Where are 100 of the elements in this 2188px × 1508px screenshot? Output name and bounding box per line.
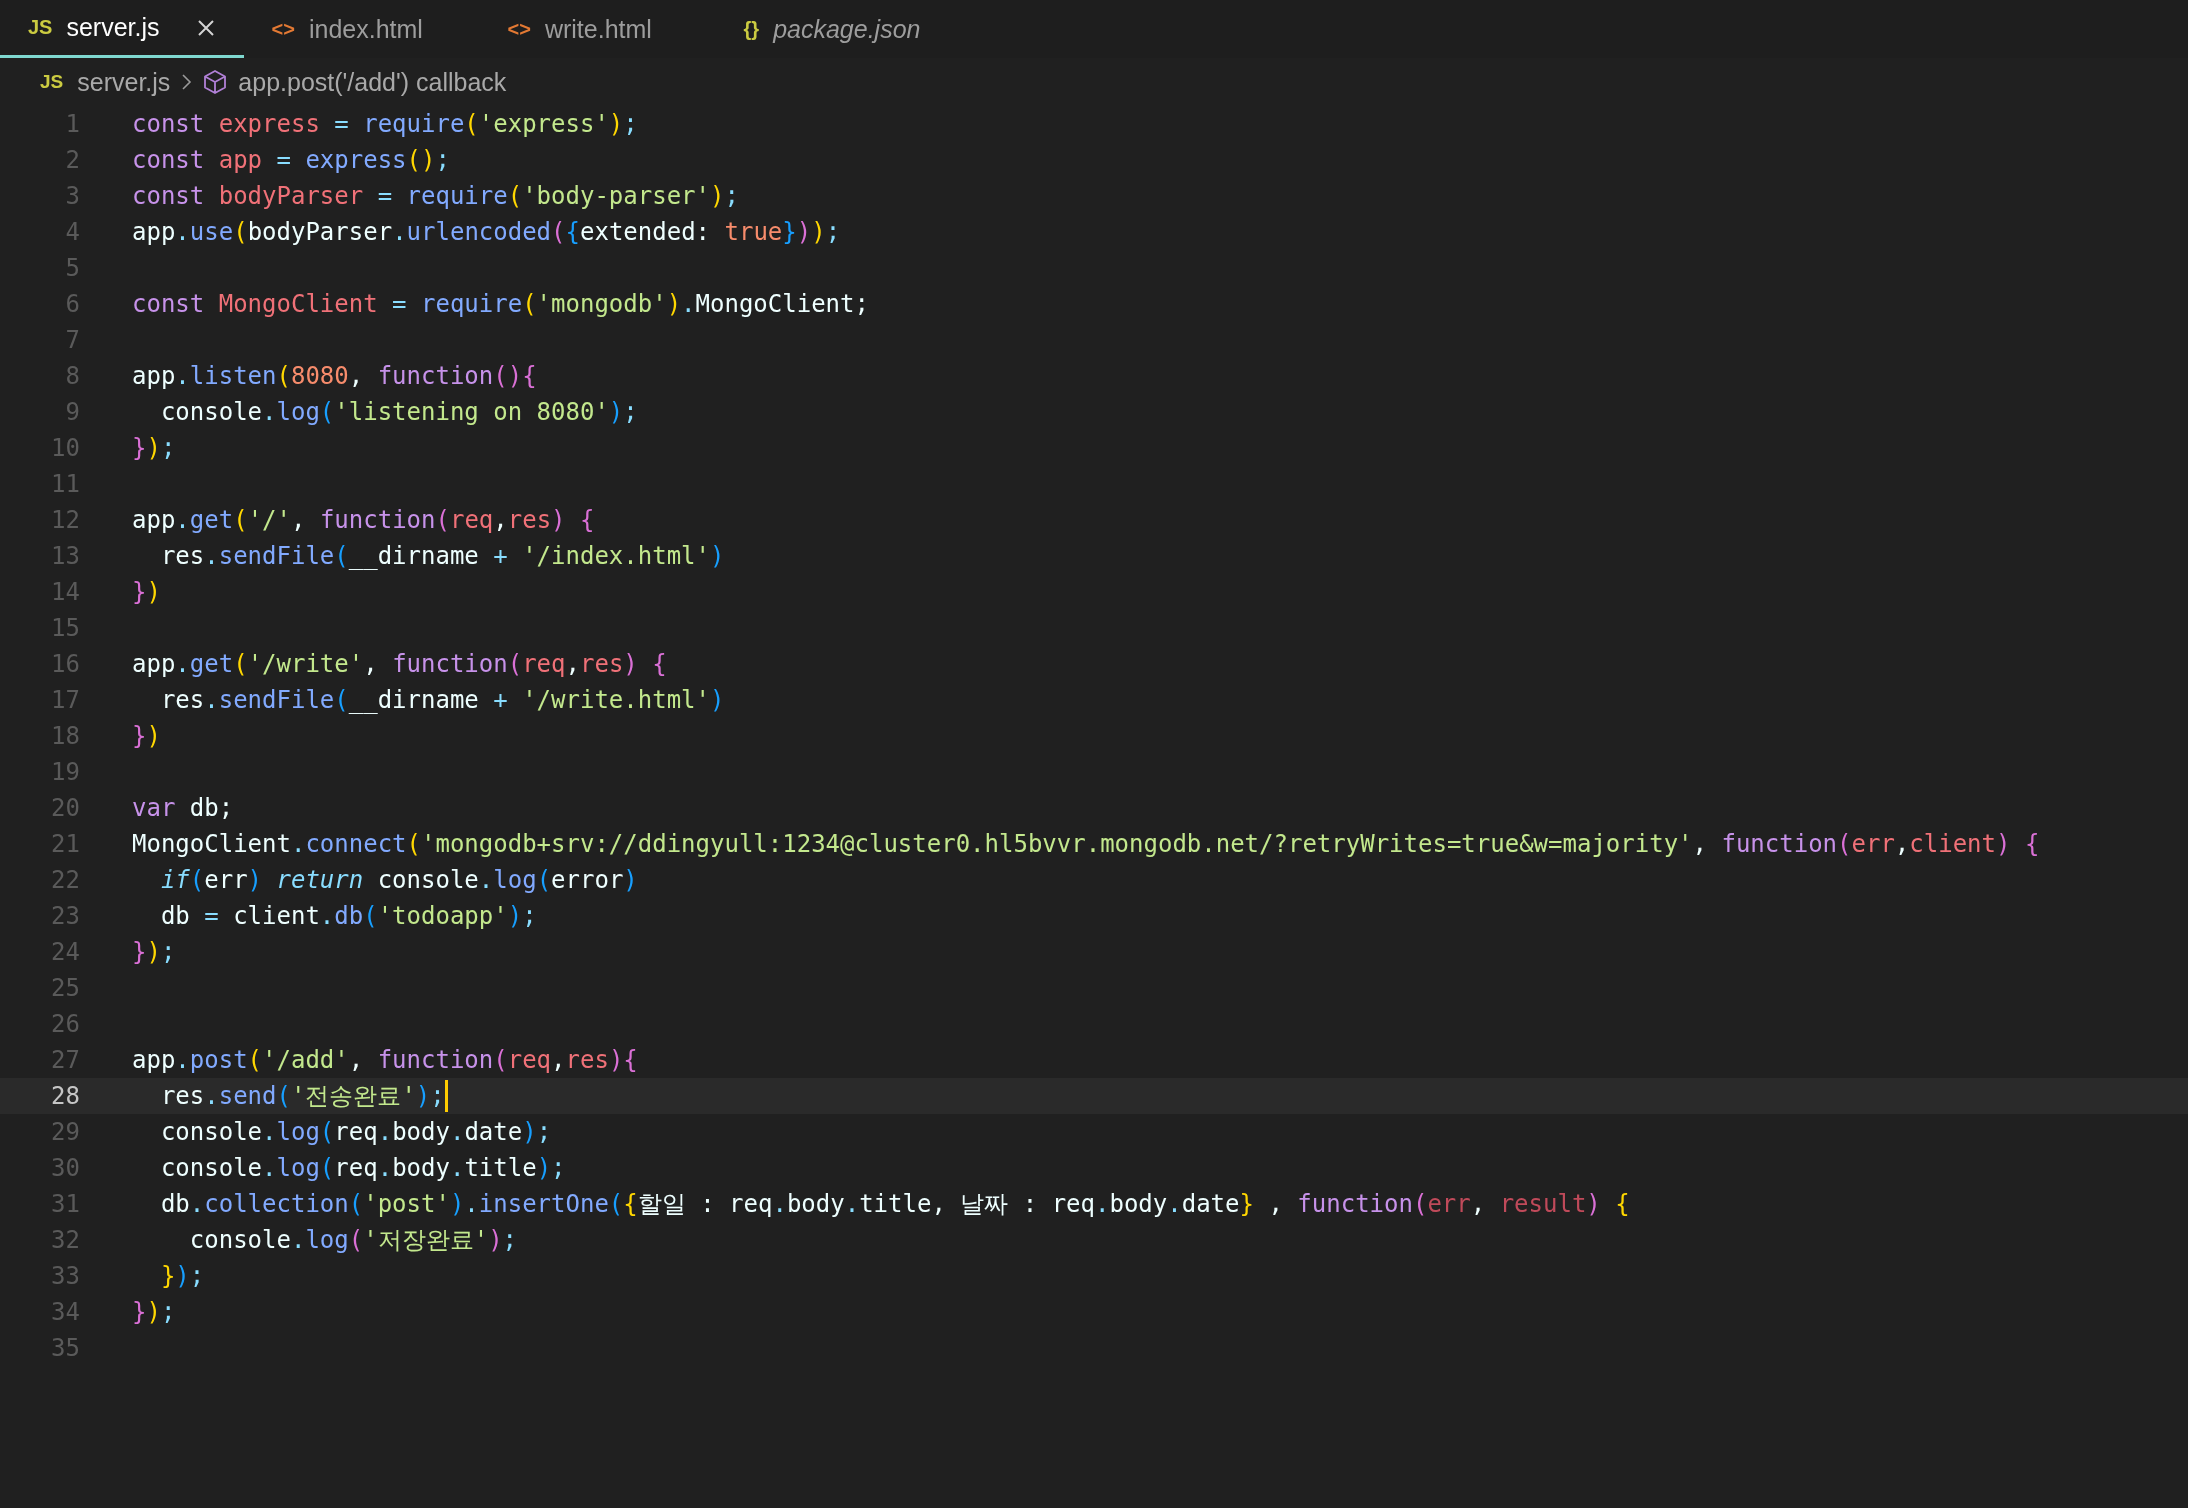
breadcrumb-symbol[interactable]: app.post('/add') callback	[238, 67, 507, 97]
editor-tab[interactable]: {} package.json	[715, 0, 952, 58]
code-token: ;	[435, 145, 450, 176]
code-token: =	[376, 181, 394, 212]
code-token: +	[492, 541, 509, 572]
code-token: )	[623, 865, 638, 896]
line-number: 12	[50, 505, 80, 536]
code-token: console	[159, 1117, 263, 1148]
code-token: log	[276, 1117, 320, 1148]
code-token: }	[132, 433, 147, 464]
code-token: 'express'	[478, 109, 609, 140]
code-token: {	[1614, 1189, 1630, 1220]
code-token: .	[290, 1225, 306, 1256]
code-token: 할일 : req	[637, 1189, 773, 1220]
code-token: err	[1851, 829, 1895, 860]
line-number: 3	[64, 181, 80, 212]
code-token: log	[305, 1225, 349, 1256]
code-token: if	[159, 865, 190, 896]
chevron-right-icon	[180, 73, 193, 91]
code-token: function	[1297, 1189, 1413, 1220]
code-token: function	[377, 1045, 494, 1076]
editor-tab[interactable]: <> write.html	[479, 0, 716, 58]
code-token: console	[159, 1153, 263, 1184]
text-cursor	[444, 1080, 448, 1112]
code-token: (	[435, 505, 450, 536]
code-token: console	[159, 397, 263, 428]
code-token: )	[507, 901, 523, 932]
code-token: ,	[1267, 1189, 1284, 1220]
code-token: app	[217, 145, 263, 176]
code-token: const	[132, 145, 205, 176]
code-token: body	[392, 1117, 450, 1148]
code-token: )	[488, 1225, 503, 1256]
code-token: .	[175, 649, 190, 680]
editor-tab[interactable]: JS server.js	[0, 0, 244, 58]
code-token: require	[363, 109, 465, 140]
line-number: 20	[50, 793, 80, 824]
code-token: ;	[551, 1153, 566, 1184]
code-token: err	[204, 865, 248, 896]
line-number: 14	[50, 577, 80, 608]
line-number: 8	[64, 361, 80, 392]
code-token: body	[1109, 1189, 1168, 1220]
code-token: (	[464, 109, 479, 140]
code-token: {	[623, 1045, 638, 1076]
line-number: 29	[50, 1117, 80, 1148]
code-token: =	[275, 145, 292, 176]
line-number: 6	[64, 289, 80, 320]
code-token: var	[132, 793, 176, 824]
close-icon[interactable]	[195, 17, 216, 38]
code-token: =	[333, 109, 350, 140]
code-token: .	[464, 1189, 479, 1220]
editor-tab[interactable]: <> index.html	[243, 0, 480, 58]
code-token: (	[551, 217, 566, 248]
code-token: .	[262, 1117, 277, 1148]
code-token: 'mongodb+srv://ddingyull:1234@cluster0.hl5bvvr.mongodb.net/?retryWrites=true&w=majority'	[421, 829, 1693, 860]
code-token: date	[1181, 1189, 1240, 1220]
code-token: =	[203, 901, 220, 932]
code-token: ;	[623, 397, 638, 428]
code-token: (	[1837, 829, 1852, 860]
line-number: 25	[50, 973, 80, 1004]
line-number: 9	[64, 397, 80, 428]
code-token: {	[623, 1189, 638, 1220]
code-token: '/index.html'	[522, 541, 710, 572]
code-token: express	[305, 145, 407, 176]
code-token: log	[276, 1153, 320, 1184]
code-token: bodyParser	[247, 217, 393, 248]
code-token: ,	[1894, 829, 1910, 860]
code-token: (	[319, 1153, 335, 1184]
code-token: )	[536, 1153, 552, 1184]
code-token: (	[522, 289, 537, 320]
code-token: error	[551, 865, 624, 896]
code-token: app	[132, 649, 176, 680]
code-token: ;	[160, 937, 176, 968]
code-token: ;	[536, 1117, 552, 1148]
line-number: 17	[50, 685, 80, 716]
code-token: {	[651, 649, 667, 680]
code-token: .	[319, 901, 335, 932]
breadcrumb-file[interactable]: server.js	[77, 67, 171, 97]
line-number: 18	[50, 721, 80, 752]
code-token: .	[377, 1117, 393, 1148]
code-token: date	[464, 1117, 523, 1148]
code-token: extended:	[580, 217, 712, 248]
code-token: ,	[565, 649, 580, 680]
code-token: ;	[522, 901, 537, 932]
code-token: ;	[724, 181, 739, 212]
code-token: .	[204, 541, 219, 572]
code-token: post	[189, 1045, 248, 1076]
code-token: (	[1412, 1189, 1428, 1220]
code-token: )	[247, 865, 263, 896]
code-token: res	[159, 541, 205, 572]
code-token: use	[189, 217, 234, 248]
code-token: 'todoapp'	[377, 901, 508, 932]
code-token: ,	[363, 649, 379, 680]
code-token: (	[348, 1225, 364, 1256]
code-token: +	[492, 685, 509, 716]
code-token: res	[565, 1045, 609, 1076]
code-token: (	[608, 1189, 624, 1220]
code-token: (	[233, 649, 248, 680]
code-token: res	[159, 1081, 205, 1112]
code-token: ;	[160, 433, 176, 464]
code-token: }	[1239, 1189, 1254, 1220]
